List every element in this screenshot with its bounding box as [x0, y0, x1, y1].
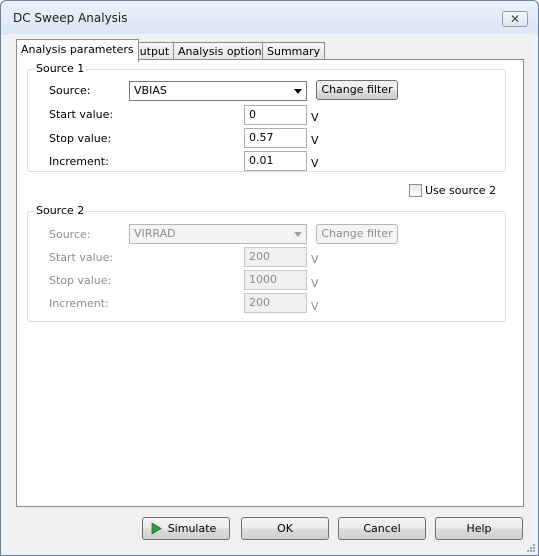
tab-analysis-parameters[interactable]: Analysis parameters: [16, 39, 139, 62]
chevron-down-icon: [294, 232, 302, 237]
close-button[interactable]: ✕: [502, 11, 528, 27]
source1-start-label: Start value:: [49, 108, 114, 121]
source2-start-label: Start value:: [49, 251, 114, 264]
use-source2-checkbox[interactable]: [409, 184, 422, 197]
cancel-button[interactable]: Cancel: [338, 517, 426, 540]
source2-increment-input[interactable]: 200: [244, 293, 307, 313]
source2-group: Source 2 Source: VIRRAD Change filter St…: [27, 204, 506, 322]
source1-start-input[interactable]: 0: [244, 105, 307, 125]
resize-grip-icon[interactable]: [526, 543, 536, 553]
help-button[interactable]: Help: [435, 517, 523, 540]
dialog-window: DC Sweep Analysis ✕ Analysis parameters …: [0, 0, 539, 556]
source1-stop-label: Stop value:: [49, 132, 112, 145]
simulate-button[interactable]: Simulate: [142, 517, 230, 540]
source1-increment-unit: V: [311, 157, 319, 170]
source2-group-label: Source 2: [34, 204, 87, 217]
simulate-label: Simulate: [167, 522, 217, 535]
source2-source-label: Source:: [49, 228, 91, 241]
source1-group: Source 1 Source: VBIAS Change filter Sta…: [27, 62, 506, 172]
source2-stop-unit: V: [311, 277, 319, 290]
source2-start-unit: V: [311, 253, 319, 266]
source1-group-label: Source 1: [34, 62, 87, 75]
window-title: DC Sweep Analysis: [13, 11, 128, 25]
source1-change-filter-button[interactable]: Change filter: [316, 80, 398, 100]
source1-stop-unit: V: [311, 134, 319, 147]
close-icon: ✕: [509, 12, 521, 26]
source2-increment-unit: V: [311, 300, 319, 313]
source1-increment-input[interactable]: 0.01: [244, 151, 307, 171]
source1-source-value: VBIAS: [134, 84, 167, 97]
use-source2-label[interactable]: Use source 2: [425, 184, 496, 197]
source2-stop-input[interactable]: 1000: [244, 270, 307, 290]
title-bar[interactable]: DC Sweep Analysis ✕: [1, 1, 538, 35]
source1-source-label: Source:: [49, 84, 91, 97]
play-icon: [151, 523, 162, 534]
source2-increment-label: Increment:: [49, 297, 109, 310]
source2-source-value: VIRRAD: [134, 227, 176, 240]
source1-start-unit: V: [311, 111, 319, 124]
chevron-down-icon: [294, 89, 302, 94]
dialog-client: Analysis parameters Output Analysis opti…: [8, 34, 532, 550]
source1-source-select[interactable]: VBIAS: [129, 81, 307, 101]
ok-button[interactable]: OK: [241, 517, 329, 540]
source2-source-select[interactable]: VIRRAD: [129, 224, 307, 244]
tab-panel: Source 1 Source: VBIAS Change filter Sta…: [16, 59, 524, 507]
source2-stop-label: Stop value:: [49, 274, 112, 287]
source1-increment-label: Increment:: [49, 155, 109, 168]
source1-stop-input[interactable]: 0.57: [244, 128, 307, 148]
source2-start-input[interactable]: 200: [244, 247, 307, 267]
source2-change-filter-button[interactable]: Change filter: [316, 224, 398, 244]
